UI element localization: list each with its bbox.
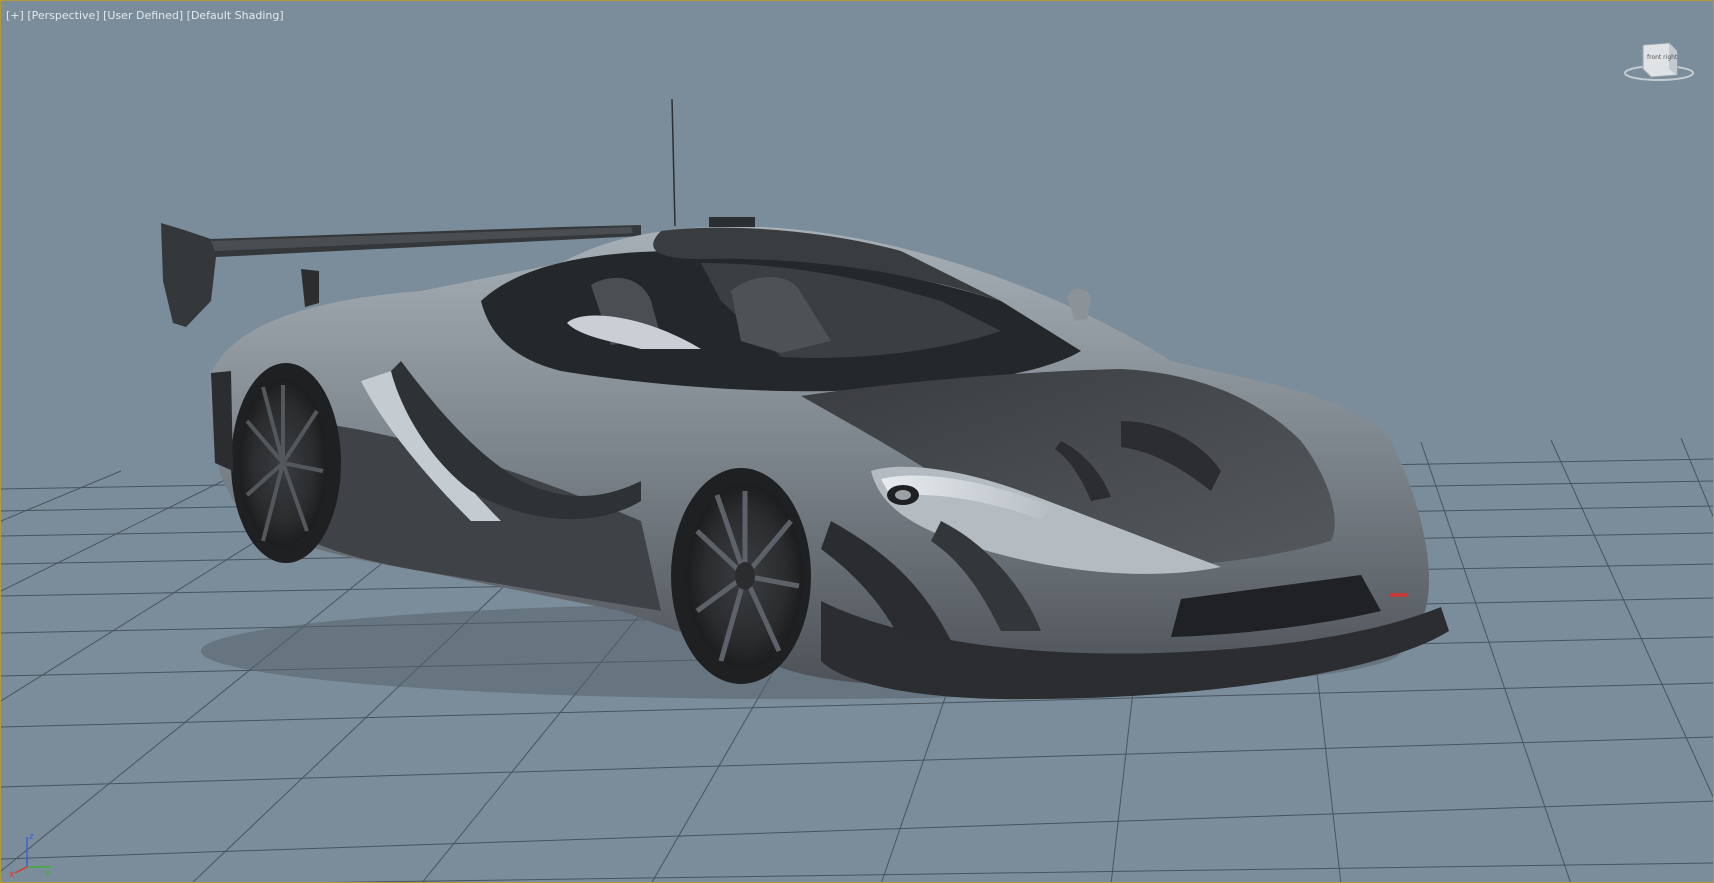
- viewcube-navigation[interactable]: front right: [1623, 37, 1695, 87]
- axis-tripod-icon: z y x: [9, 832, 51, 879]
- car-model: [161, 98, 1449, 700]
- axis-y-label: y: [45, 868, 51, 878]
- perspective-viewport[interactable]: [+] [Perspective] [User Defined] [Defaul…: [0, 0, 1714, 883]
- axis-x-label: x: [9, 870, 15, 879]
- viewport-scene: [1, 98, 1713, 882]
- viewcube-face-label: front right: [1647, 54, 1678, 61]
- axis-z-label: z: [29, 832, 34, 842]
